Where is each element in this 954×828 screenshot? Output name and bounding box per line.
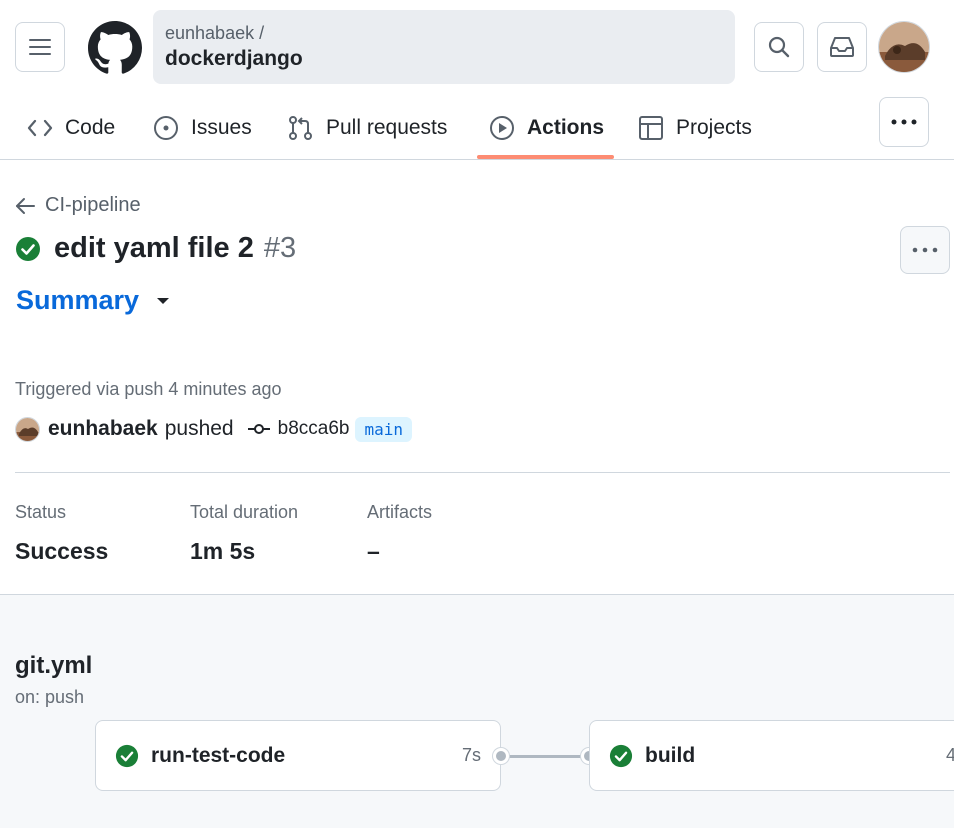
job-name: run-test-code xyxy=(151,743,286,767)
job-duration: 4 xyxy=(946,745,954,765)
kebab-horizontal-icon xyxy=(912,247,938,253)
run-options-button[interactable] xyxy=(900,226,950,274)
tab-issues[interactable]: Issues xyxy=(153,96,252,159)
hamburger-menu-icon xyxy=(29,39,51,55)
kebab-horizontal-icon xyxy=(891,119,917,125)
avatar-image-icon xyxy=(16,417,39,441)
git-pull-request-icon xyxy=(289,115,312,140)
repo-nav-tabs: Code Issues Pull requests Actions Projec… xyxy=(0,96,954,160)
push-info: eunhabaek pushed b8cca6b main xyxy=(15,414,412,444)
tab-actions[interactable]: Actions xyxy=(489,96,604,159)
status-value: Success xyxy=(15,538,109,564)
commit-sha-link[interactable]: b8cca6b xyxy=(278,418,350,440)
duration-label: Total duration xyxy=(190,502,299,522)
workflow-trigger: on: push xyxy=(15,687,85,707)
inbox-icon xyxy=(830,37,854,57)
repo-name-link[interactable]: dockerdjango xyxy=(165,44,735,74)
search-button[interactable] xyxy=(754,22,804,72)
branch-badge[interactable]: main xyxy=(355,416,412,442)
summary-label: Summary xyxy=(16,285,140,315)
global-menu-button[interactable] xyxy=(15,22,65,72)
section-divider xyxy=(15,472,950,473)
tab-issues-label: Issues xyxy=(191,115,252,139)
connector-node xyxy=(493,748,509,764)
actor-link[interactable]: eunhabaek xyxy=(48,417,158,441)
job-card-build[interactable]: build 4 xyxy=(589,720,954,791)
run-title: edit yaml file 2 #3 xyxy=(15,232,296,265)
run-number: #3 xyxy=(263,232,297,264)
workflow-file-name: git.yml xyxy=(15,652,93,679)
app-header: eunhabaek / dockerdjango Code Issues Pul… xyxy=(0,0,954,160)
active-tab-indicator xyxy=(477,155,614,159)
issue-opened-icon xyxy=(154,115,178,140)
run-title-text: edit yaml file 2 xyxy=(54,232,254,264)
search-icon xyxy=(768,36,790,58)
workflow-back-link[interactable]: CI-pipeline xyxy=(15,194,141,217)
check-circle-fill-icon xyxy=(609,744,633,767)
job-card-run-test-code[interactable]: run-test-code 7s xyxy=(95,720,501,791)
artifacts-label: Artifacts xyxy=(367,502,433,522)
tab-pull-requests-label: Pull requests xyxy=(326,115,448,139)
github-logo-icon[interactable] xyxy=(88,21,142,75)
action-text: pushed xyxy=(164,417,234,440)
actor-avatar[interactable] xyxy=(15,416,40,442)
tab-pull-requests[interactable]: Pull requests xyxy=(288,96,447,159)
arrow-left-icon xyxy=(16,197,35,214)
job-duration: 7s xyxy=(461,745,481,765)
duration-value: 1m 5s xyxy=(190,538,256,564)
check-circle-fill-icon xyxy=(115,744,139,767)
more-tabs-button[interactable] xyxy=(879,97,929,147)
repo-context[interactable]: eunhabaek / dockerdjango xyxy=(153,10,735,84)
user-avatar[interactable] xyxy=(878,21,930,73)
workflow-back-label: CI-pipeline xyxy=(45,194,141,216)
workflow-graph xyxy=(0,594,954,828)
tab-actions-label: Actions xyxy=(527,115,605,139)
tab-projects-label: Projects xyxy=(676,115,752,139)
repo-owner-link[interactable]: eunhabaek / xyxy=(165,22,735,44)
check-circle-fill-icon xyxy=(16,236,40,261)
artifacts-value: – xyxy=(367,538,380,564)
code-icon xyxy=(27,119,53,136)
job-connector xyxy=(501,755,589,758)
status-label: Status xyxy=(15,502,67,522)
table-icon xyxy=(639,115,663,140)
play-icon xyxy=(490,115,514,140)
job-name: build xyxy=(645,743,696,767)
inbox-button[interactable] xyxy=(817,22,867,72)
tab-code[interactable]: Code xyxy=(27,96,115,159)
tab-projects[interactable]: Projects xyxy=(638,96,752,159)
git-commit-icon xyxy=(247,424,270,434)
tab-code-label: Code xyxy=(65,115,116,139)
triangle-down-icon xyxy=(157,297,170,304)
trigger-info: Triggered via push 4 minutes ago xyxy=(15,379,282,399)
summary-dropdown[interactable]: Summary xyxy=(16,285,170,316)
avatar-image-icon xyxy=(879,22,929,72)
